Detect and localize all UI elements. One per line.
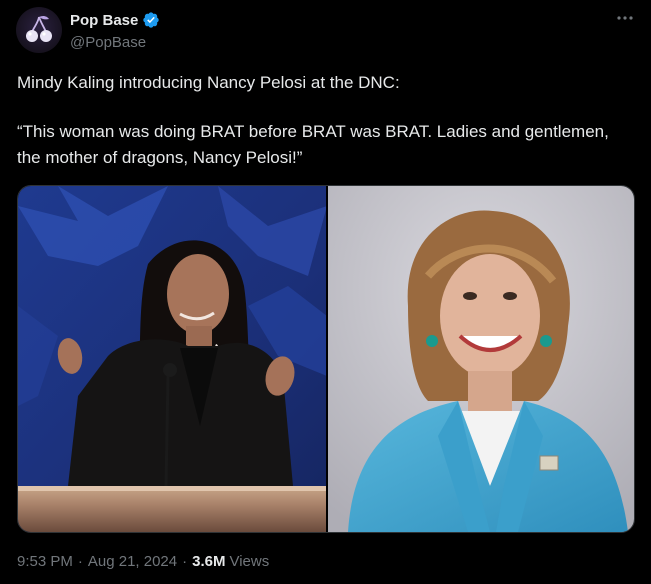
views-label: Views xyxy=(229,553,270,570)
more-options-button[interactable] xyxy=(615,8,635,28)
avatar[interactable] xyxy=(16,7,62,53)
photo-nancy-pelosi-portrait[interactable] xyxy=(328,186,634,532)
author-name-row: Pop Base xyxy=(70,10,160,30)
meta-separator: · xyxy=(77,553,83,570)
tweet-meta: 9:53 PM · Aug 21, 2024 · 3.6M Views xyxy=(17,553,269,570)
author-display-name[interactable]: Pop Base xyxy=(70,12,138,29)
tweet-time[interactable]: 9:53 PM xyxy=(17,553,73,570)
tweet-text-quote: “This woman was doing BRAT before BRAT w… xyxy=(17,122,609,167)
tweet-date[interactable]: Aug 21, 2024 xyxy=(88,553,177,570)
views-count: 3.6M xyxy=(192,553,226,570)
tweet-text: Mindy Kaling introducing Nancy Pelosi at… xyxy=(17,70,637,171)
photo-mindy-kaling-podium[interactable] xyxy=(18,186,326,532)
cherry-logo-icon xyxy=(26,15,52,42)
author-handle[interactable]: @PopBase xyxy=(70,34,146,51)
more-horizontal-icon xyxy=(617,16,633,20)
tweet-text-line-1: Mindy Kaling introducing Nancy Pelosi at… xyxy=(17,73,400,92)
verified-badge-icon[interactable] xyxy=(142,11,160,29)
tweet-card: Pop Base @PopBase Mindy Kaling introduci… xyxy=(0,0,651,584)
media-grid xyxy=(17,185,635,533)
meta-separator: · xyxy=(182,553,188,570)
